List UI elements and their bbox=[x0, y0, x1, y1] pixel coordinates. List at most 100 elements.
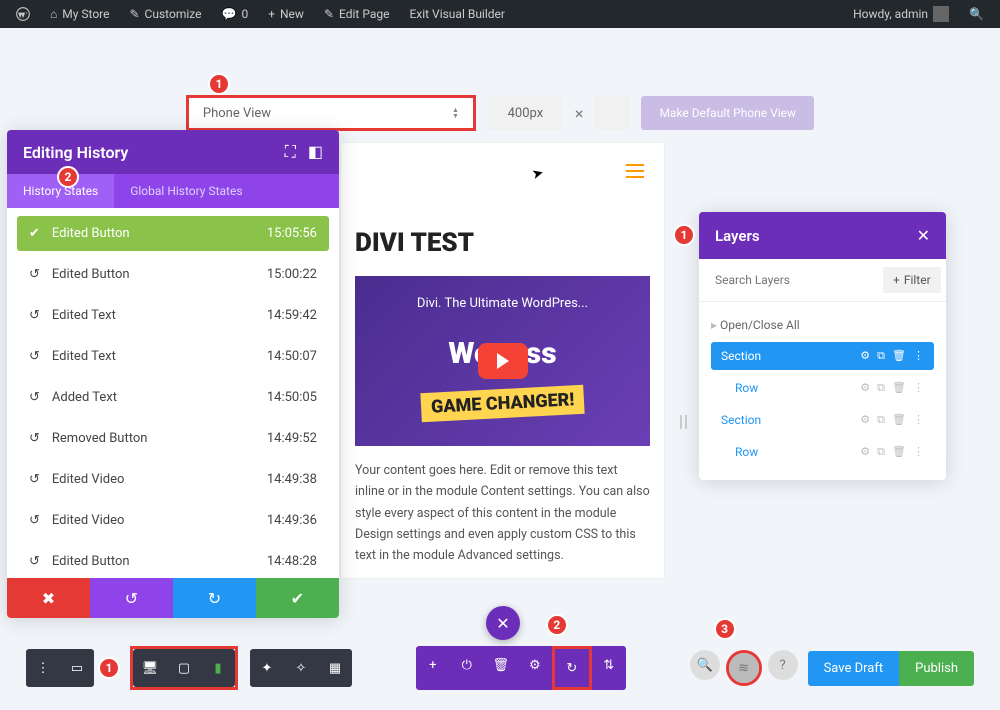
duplicate-icon[interactable]: ⧉ bbox=[877, 381, 885, 395]
undo-icon: ↺ bbox=[29, 554, 40, 569]
layer-row[interactable]: Row ⚙⧉🗑⋮ bbox=[711, 374, 934, 402]
wp-admin-bar: ⌂My Store ✎Customize 💬0 +New ✎Edit Page … bbox=[0, 0, 1000, 28]
history-item[interactable]: ↺Edited Video14:49:36 bbox=[17, 503, 329, 538]
edit-page-link[interactable]: ✎Edit Page bbox=[316, 7, 398, 21]
history-item[interactable]: ↺Edited Text14:50:07 bbox=[17, 339, 329, 374]
phone-preview: DIVI TEST Divi. The Ultimate WordPres...… bbox=[340, 142, 665, 579]
trash-icon[interactable]: 🗑 bbox=[892, 413, 906, 427]
history-item[interactable]: ✔Edited Button15:05:56 bbox=[17, 216, 329, 251]
close-fab[interactable]: ✕ bbox=[486, 606, 520, 640]
undo-button[interactable]: ↺ bbox=[90, 578, 173, 618]
undo-icon: ↺ bbox=[29, 308, 40, 323]
site-link[interactable]: ⌂My Store bbox=[42, 7, 117, 21]
select-arrows-icon: ▲▼ bbox=[452, 107, 459, 119]
layers-header: Layers ✕ bbox=[699, 212, 946, 259]
trash-icon[interactable]: 🗑 bbox=[484, 646, 518, 684]
publish-button[interactable]: Publish bbox=[899, 651, 974, 686]
duplicate-icon[interactable]: ⧉ bbox=[877, 413, 885, 427]
layer-section[interactable]: Section ⚙⧉🗑⋮ bbox=[711, 342, 934, 370]
undo-icon: ↺ bbox=[29, 513, 40, 528]
customize-link[interactable]: ✎Customize bbox=[121, 7, 209, 21]
undo-icon: ↺ bbox=[29, 472, 40, 487]
add-icon[interactable]: + bbox=[416, 646, 450, 684]
undo-icon: ↺ bbox=[29, 431, 40, 446]
search-icon[interactable]: 🔍 bbox=[690, 650, 720, 680]
exit-builder-link[interactable]: Exit Visual Builder bbox=[401, 7, 513, 21]
history-item[interactable]: ↺Removed Button14:49:52 bbox=[17, 421, 329, 456]
callout-3: 3 bbox=[714, 618, 736, 640]
trash-icon[interactable]: 🗑 bbox=[892, 381, 906, 395]
search-input[interactable] bbox=[709, 267, 877, 293]
redo-button[interactable]: ↻ bbox=[173, 578, 256, 618]
gear-icon[interactable]: ⚙ bbox=[518, 646, 552, 684]
color-swatch[interactable] bbox=[595, 96, 629, 130]
user-greeting[interactable]: Howdy, admin bbox=[845, 6, 957, 22]
more-icon[interactable]: ⋮ bbox=[913, 413, 924, 427]
new-link[interactable]: +New bbox=[260, 7, 312, 21]
history-item[interactable]: ↺Edited Text14:59:42 bbox=[17, 298, 329, 333]
wp-logo[interactable] bbox=[8, 7, 38, 21]
history-icon[interactable]: ↻ bbox=[555, 649, 589, 687]
resize-handle[interactable] bbox=[680, 415, 687, 429]
video-banner: GAME CHANGER! bbox=[420, 385, 585, 423]
history-panel: Editing History ⛶ ◧ History States Globa… bbox=[7, 130, 339, 618]
gear-icon[interactable]: ⚙ bbox=[860, 349, 870, 363]
history-item[interactable]: ↺Edited Button15:00:22 bbox=[17, 257, 329, 292]
device-switcher: 🖥 ▢ ▮ bbox=[130, 646, 238, 690]
history-header: Editing History ⛶ ◧ bbox=[7, 130, 339, 174]
trash-icon[interactable]: 🗑 bbox=[892, 349, 906, 363]
close-icon[interactable]: ✕ bbox=[917, 226, 930, 245]
hover-icon[interactable]: ✧ bbox=[284, 649, 318, 687]
trash-icon[interactable]: 🗑 bbox=[892, 445, 906, 459]
make-default-button[interactable]: Make Default Phone View bbox=[641, 96, 814, 130]
history-item[interactable]: ↺Added Text14:50:05 bbox=[17, 380, 329, 415]
gear-icon[interactable]: ⚙ bbox=[860, 381, 870, 395]
avatar bbox=[933, 6, 949, 22]
search-icon[interactable]: 🔍 bbox=[961, 7, 992, 21]
fullscreen-icon[interactable]: ⛶ bbox=[285, 142, 296, 162]
toggle-all[interactable]: ▸ Open/Close All bbox=[711, 312, 934, 338]
more-icon[interactable]: ⋮ bbox=[913, 445, 924, 459]
menu-icon[interactable] bbox=[626, 164, 644, 178]
gear-icon[interactable]: ⚙ bbox=[860, 445, 870, 459]
gear-icon[interactable]: ⚙ bbox=[860, 413, 870, 427]
history-list: ✔Edited Button15:05:56 ↺Edited Button15:… bbox=[7, 208, 339, 578]
duplicate-icon[interactable]: ⧉ bbox=[877, 349, 885, 363]
grid-icon[interactable]: ▦ bbox=[318, 649, 352, 687]
confirm-button[interactable]: ✔ bbox=[256, 578, 339, 618]
width-input[interactable] bbox=[488, 96, 563, 130]
layer-row[interactable]: Row ⚙⧉🗑⋮ bbox=[711, 438, 934, 466]
filter-button[interactable]: +Filter bbox=[883, 267, 941, 293]
help-icon[interactable]: ? bbox=[768, 650, 798, 680]
more-icon[interactable]: ⋮ bbox=[913, 381, 924, 395]
undo-icon: ↺ bbox=[29, 390, 40, 405]
more-icon[interactable]: ⋮ bbox=[913, 349, 924, 363]
layer-section[interactable]: Section ⚙⧉🗑⋮ bbox=[711, 406, 934, 434]
tab-global-states[interactable]: Global History States bbox=[114, 174, 258, 208]
play-icon[interactable] bbox=[478, 343, 528, 379]
save-draft-button[interactable]: Save Draft bbox=[808, 651, 900, 686]
text-module[interactable]: Your content goes here. Edit or remove t… bbox=[355, 460, 650, 566]
comments-link[interactable]: 💬0 bbox=[213, 7, 256, 21]
menu-icon[interactable]: ⋮ bbox=[26, 649, 60, 687]
history-item[interactable]: ↺Edited Video14:49:38 bbox=[17, 462, 329, 497]
video-module[interactable]: Divi. The Ultimate WordPres... Wo ress G… bbox=[355, 276, 650, 446]
layers-panel: Layers ✕ +Filter ▸ Open/Close All Sectio… bbox=[699, 212, 946, 480]
tune-icon[interactable]: ⇅ bbox=[592, 646, 626, 684]
phone-icon[interactable]: ▮ bbox=[201, 649, 235, 687]
undo-icon: ↺ bbox=[29, 267, 40, 282]
page-settings-bar: + ⏻ 🗑 ⚙ ↻ ⇅ bbox=[416, 646, 626, 690]
power-icon[interactable]: ⏻ bbox=[450, 646, 484, 684]
snap-icon[interactable]: ◧ bbox=[308, 142, 323, 162]
zoom-icon[interactable]: ✦ bbox=[250, 649, 284, 687]
duplicate-icon[interactable]: ⧉ bbox=[877, 445, 885, 459]
video-caption: Divi. The Ultimate WordPres... bbox=[355, 296, 650, 311]
wireframe-icon[interactable]: ▭ bbox=[60, 649, 94, 687]
history-item[interactable]: ↺Edited Button14:48:28 bbox=[17, 544, 329, 578]
desktop-icon[interactable]: 🖥 bbox=[133, 649, 167, 687]
close-button[interactable]: ✖ bbox=[7, 578, 90, 618]
clear-width-icon[interactable]: × bbox=[571, 104, 588, 123]
layers-icon[interactable]: ≋ bbox=[729, 653, 759, 683]
view-select[interactable]: Phone View ▲▼ bbox=[186, 95, 476, 131]
tablet-icon[interactable]: ▢ bbox=[167, 649, 201, 687]
